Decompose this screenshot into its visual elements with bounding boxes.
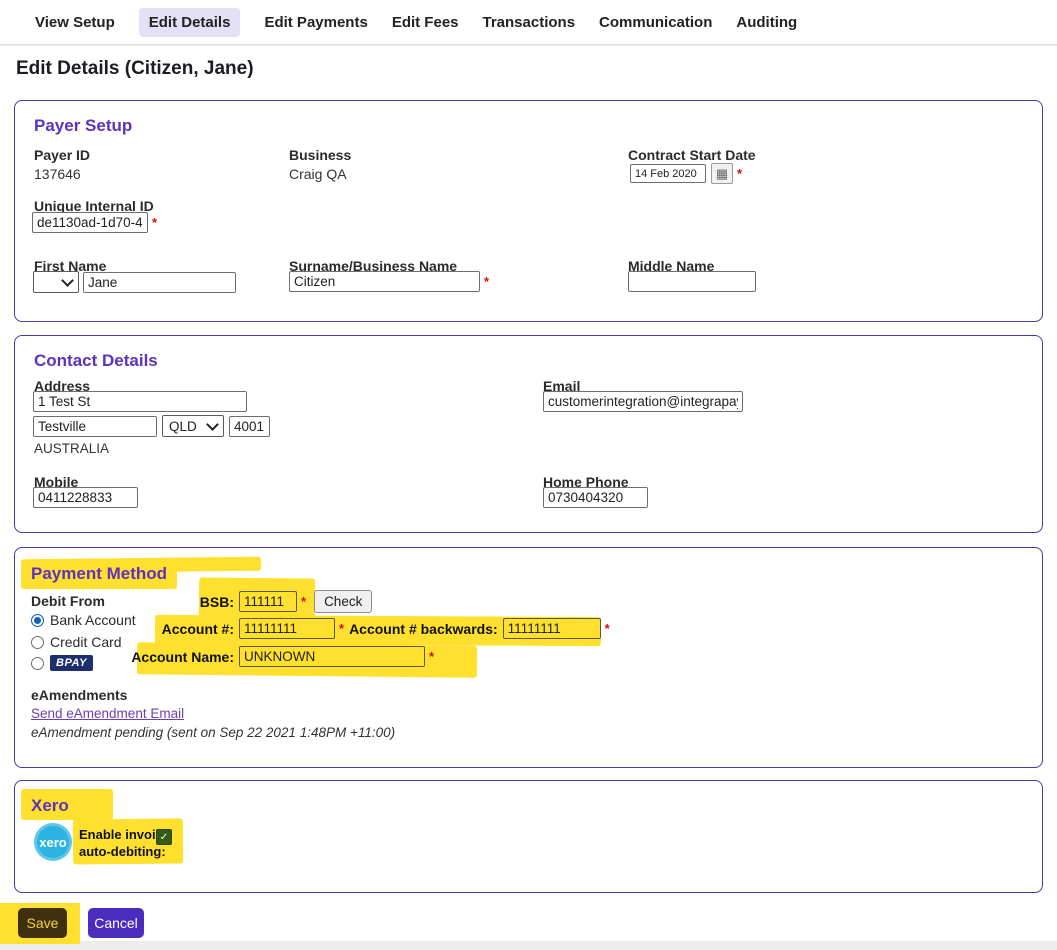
email-input[interactable]: [543, 391, 743, 412]
tab-communication[interactable]: Communication: [599, 14, 712, 31]
xero-section: Xero xero Enable invoice auto-debiting: …: [14, 780, 1043, 893]
unique-internal-id-input[interactable]: [32, 212, 148, 233]
auto-debiting-checkbox[interactable]: ✓: [156, 829, 172, 845]
required-asterisk: *: [737, 166, 742, 181]
contract-start-date-label: Contract Start Date: [628, 147, 756, 163]
tab-edit-fees[interactable]: Edit Fees: [392, 14, 459, 31]
state-select[interactable]: QLD: [162, 415, 224, 437]
contact-details-section: Contact Details Address QLD AUSTRALIA Em…: [14, 335, 1043, 533]
account-backwards-input[interactable]: [503, 618, 601, 639]
account-name-input[interactable]: [239, 646, 425, 667]
chevron-down-icon: [206, 418, 219, 431]
contact-details-heading: Contact Details: [34, 351, 158, 371]
contract-start-date-input[interactable]: [630, 164, 706, 183]
eamendments-label: eAmendments: [31, 687, 127, 703]
checkmark-icon: ✓: [160, 832, 168, 843]
enable-invoice-label-line2: auto-debiting:: [79, 844, 166, 859]
tab-transactions[interactable]: Transactions: [483, 14, 576, 31]
tab-edit-payments[interactable]: Edit Payments: [264, 14, 367, 31]
tab-auditing[interactable]: Auditing: [736, 14, 797, 31]
cancel-button[interactable]: Cancel: [88, 908, 144, 938]
title-select[interactable]: [33, 271, 79, 293]
xero-logo: xero: [34, 823, 72, 861]
bsb-input[interactable]: [239, 591, 297, 612]
business-label: Business: [289, 147, 351, 163]
first-name-input[interactable]: [83, 272, 236, 293]
main-content: Edit Details (Citizen, Jane) Payer Setup…: [0, 46, 1057, 941]
tab-edit-details[interactable]: Edit Details: [139, 8, 241, 37]
chevron-down-icon: [61, 274, 74, 287]
required-asterisk: *: [152, 215, 157, 230]
account-name-label: Account Name:: [31, 649, 234, 665]
save-button[interactable]: Save: [18, 908, 67, 938]
required-asterisk: *: [339, 621, 344, 636]
tab-bar: View Setup Edit Details Edit Payments Ed…: [0, 0, 1057, 45]
payer-id-value: 137646: [34, 166, 81, 182]
xero-heading: Xero: [31, 796, 69, 816]
account-number-input[interactable]: [239, 618, 335, 639]
city-input[interactable]: [33, 416, 157, 437]
surname-input[interactable]: [289, 271, 480, 292]
payer-setup-heading: Payer Setup: [34, 116, 132, 136]
account-number-label: Account #:: [31, 621, 234, 637]
payer-setup-section: Payer Setup Payer ID 137646 Business Cra…: [14, 100, 1043, 322]
required-asterisk: *: [484, 274, 489, 289]
payment-method-section: Payment Method Debit From Bank Account C…: [14, 547, 1043, 768]
check-bsb-button[interactable]: Check: [314, 590, 372, 613]
calendar-icon[interactable]: ▦: [711, 163, 733, 184]
business-value: Craig QA: [289, 166, 347, 182]
required-asterisk: *: [429, 649, 434, 664]
required-asterisk: *: [301, 594, 306, 609]
page-title: Edit Details (Citizen, Jane): [16, 58, 254, 80]
address-line1-input[interactable]: [33, 391, 247, 412]
send-eamendment-email-link[interactable]: Send eAmendment Email: [31, 706, 184, 721]
postcode-input[interactable]: [229, 416, 270, 437]
middle-name-input[interactable]: [628, 271, 756, 292]
country-text: AUSTRALIA: [34, 441, 109, 456]
tab-view-setup[interactable]: View Setup: [35, 14, 115, 31]
payment-method-heading: Payment Method: [31, 564, 167, 584]
mobile-input[interactable]: [33, 487, 138, 508]
account-backwards-label: Account # backwards:: [349, 621, 498, 637]
home-phone-input[interactable]: [543, 487, 648, 508]
bsb-label: BSB:: [31, 594, 234, 610]
eamendment-pending-note: eAmendment pending (sent on Sep 22 2021 …: [31, 725, 395, 740]
required-asterisk: *: [605, 621, 610, 636]
payer-id-label: Payer ID: [34, 147, 90, 163]
